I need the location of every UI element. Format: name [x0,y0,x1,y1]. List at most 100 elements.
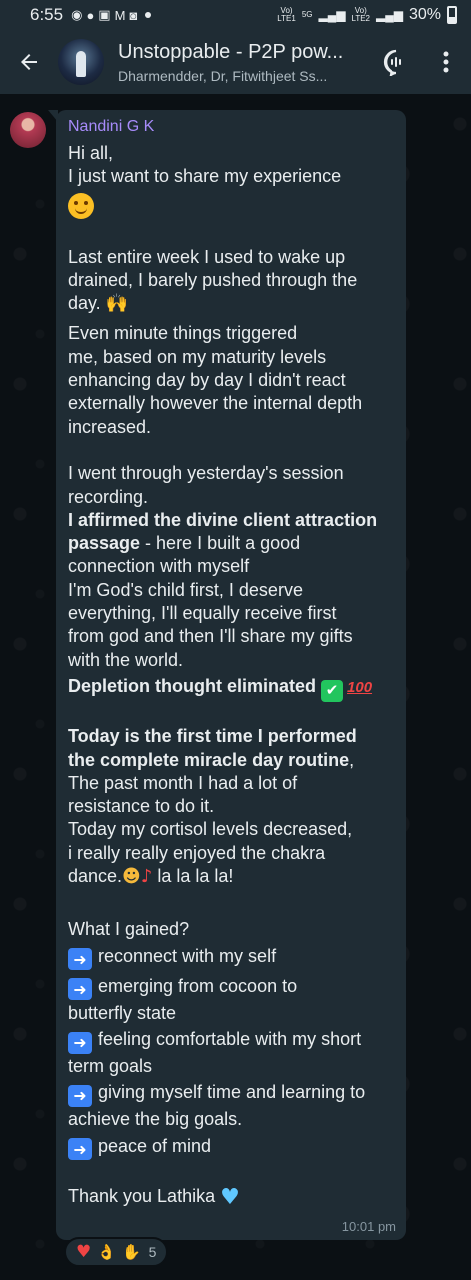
message-icon: ▣ [98,7,111,22]
menu-button[interactable] [421,30,471,94]
light-blue-heart-emoji: ♥ [220,1184,240,1210]
message-line: Hi all, [68,143,114,163]
message-line-bold: the complete miracle day routine [68,749,350,770]
message-line: ➜ feeling comfortable with my short [68,1025,394,1055]
sender-avatar[interactable] [10,112,46,148]
notification-icons: ◉ ● ▣ M ◙ [71,7,152,23]
message-line: Today my cortisol levels decreased, [68,819,353,840]
message-line: connection with myself [68,556,250,577]
status-time: 6:55 [30,5,64,24]
message-line: ➜ reconnect with my self [68,942,394,972]
message-line-text: giving myself time and learning to [98,1082,366,1103]
message-line-text: - here I built a good [140,533,301,554]
reaction-count: 5 [148,1244,157,1260]
message-line: increased. [68,416,152,437]
signal2-icon: ▂▄▆ [376,8,403,22]
message-line: from god and then I'll share my gifts [68,626,353,647]
message-line-text: day. [68,293,101,314]
message-line: I'm God's child first, I deserve [68,579,303,600]
volte-icon: Vo) LTE1 [277,6,296,23]
right-arrow-emoji: ➜ [68,978,92,1001]
volte2-icon: Vo) LTE2 [351,6,370,23]
message-line: What I gained? [68,919,190,940]
message-line-bold: Today is the first time I performed [68,726,357,747]
message-line-text: feeling comfortable with my short [98,1028,362,1049]
message-text: Hi all, I just want to share my experien… [68,142,394,1215]
message-line: I went through yesterday's session [68,463,344,484]
message-line: recording. [68,486,149,507]
back-arrow-icon [21,54,37,70]
status-bar: 6:55 ◉ ● ▣ M ◙ Vo) LTE1 5G ▂▄▆ Vo) LTE2 ▂▄… [0,0,471,30]
message-line-bold: passage [68,533,141,554]
group-members: Dharmendder, Dr, Fitwithjeet Ss... [118,67,328,84]
message-line: Thank you Lathika ♥ [68,1185,394,1215]
message-line: term goals [68,1055,153,1076]
message-line: Depletion thought eliminated ✔ 100 [68,672,394,702]
message-line: drained, I barely pushed through the [68,270,358,291]
gmail-icon: M [114,7,126,23]
message-line: Last entire week I used to wake up [68,246,346,267]
more-vert-icon [443,51,449,73]
more-notifications-dot [145,12,152,18]
message-line: I just want to share my experience [68,166,342,187]
signal-icon: ▂▄▆ [318,8,346,22]
message-line: dance.☻♪ la la la la! [68,865,394,895]
message-line: ➜ emerging from cocoon to [68,972,394,1002]
right-arrow-emoji: ➜ [68,948,92,971]
chat-header: Unstoppable - P2P pow... Dharmendder, Dr… [0,30,471,94]
message-line: Even minute things triggered [68,323,298,344]
message-line: I affirmed the divine client attraction [68,509,394,532]
battery-icon [447,6,457,24]
dancer-emoji: ♪ [140,866,153,888]
message-line-text: la la la la! [152,866,234,887]
sender-name[interactable]: Nandini G K [68,116,394,138]
message-line-text: Thank you Lathika [68,1185,216,1206]
message-bubble[interactable]: Nandini G K Hi all, I just want to share… [48,110,406,1240]
message-line: i really really enjoyed the chakra [68,842,326,863]
smiling-face-emoji [68,192,94,219]
message-line: externally however the internal depth [68,393,363,414]
right-arrow-emoji: ➜ [68,1084,92,1107]
message-line: me, based on my maturity levels [68,346,327,367]
party-emoji: ☻ [122,866,141,888]
message-line-text: peace of mind [98,1135,212,1156]
message-line: butterfly state [68,1002,177,1023]
raising-hands-emoji: 🙌 [105,293,129,315]
message-line-bold: I affirmed the divine client attraction [68,509,378,530]
message-line: ➜ peace of mind [68,1132,394,1162]
back-button[interactable] [0,30,58,94]
battery-level: 30% [408,6,441,23]
message-line: the complete miracle day routine, [68,749,394,772]
red-heart-reaction-icon: ♥ [76,1242,92,1262]
message-line-text: dance. [68,866,123,887]
message-line: ➜ giving myself time and learning to [68,1078,394,1108]
ok-hand-reaction-icon: 👌 [97,1243,116,1261]
voice-chat-icon [383,49,401,76]
outlook-icon: ◙ [129,7,138,23]
reactions-bar[interactable]: ♥ 👌 ✋ 5 [64,1237,169,1267]
message-line [68,189,394,223]
group-info[interactable]: Unstoppable - P2P pow... Dharmendder, Dr… [118,41,371,84]
message-line-text: emerging from cocoon to [98,975,298,996]
message-line: The past month I had a lot of [68,772,298,793]
network-type: 5G [301,10,313,19]
message-line: day. 🙌 [68,292,394,322]
message-line: everything, I'll equally receive first [68,603,337,624]
group-title: Unstoppable - P2P pow... [118,40,344,63]
message-line: enhancing day by day I didn't react [68,370,346,391]
group-avatar[interactable] [58,39,104,85]
message-line-text: reconnect with my self [98,945,277,966]
message-line: achieve the big goals. [68,1109,243,1130]
message-line: passage - here I built a good [68,532,394,555]
chat-icon: ● [86,7,95,23]
raised-hand-reaction-icon: ✋ [121,1243,141,1261]
voice-chat-button[interactable] [371,30,421,94]
check-mark-emoji: ✔ [321,679,344,702]
message-timestamp: 10:01 pm [341,1219,396,1234]
right-arrow-emoji: ➜ [68,1031,92,1054]
message-line: resistance to do it. [68,796,215,817]
message-line: with the world. [68,649,184,670]
right-arrow-emoji: ➜ [68,1138,92,1161]
system-indicators: Vo) LTE1 5G ▂▄▆ Vo) LTE2 ▂▄▆ 30% [277,6,457,24]
messenger-icon: ◉ [71,7,83,22]
